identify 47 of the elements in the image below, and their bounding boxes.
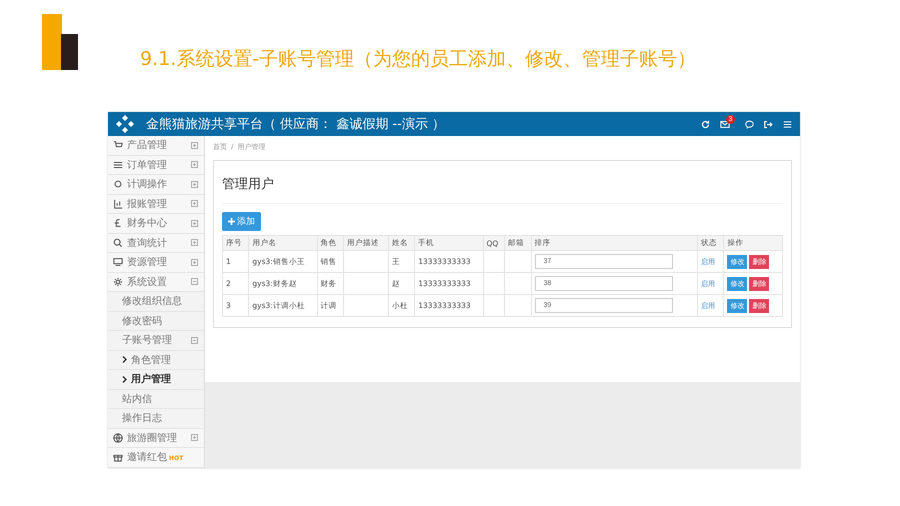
list-icon — [113, 160, 123, 170]
sidebar-item[interactable]: 子账号管理 — [108, 331, 204, 350]
search-icon — [113, 238, 123, 248]
pound-icon — [113, 218, 123, 228]
slide-title: 9.1.系统设置-子账号管理（为您的员工添加、修改、管理子账号） — [140, 47, 696, 72]
add-button[interactable]: 添加 — [222, 212, 261, 231]
sidebar-item[interactable]: 修改组织信息 — [108, 292, 204, 312]
refresh-icon — [701, 120, 710, 128]
menu-icon — [783, 120, 792, 128]
expand-icon[interactable] — [191, 200, 198, 208]
logo-icon — [42, 14, 78, 70]
sidebar-item[interactable]: 系统设置 — [108, 272, 204, 292]
chart-icon — [113, 198, 123, 209]
sidebar-item[interactable]: 订单管理 — [108, 156, 204, 175]
refresh-button[interactable] — [701, 120, 710, 128]
sidebar-item[interactable]: 修改密码 — [108, 312, 204, 331]
collapse-icon[interactable] — [191, 278, 198, 286]
mail-icon — [720, 119, 730, 129]
expand-icon[interactable] — [191, 161, 198, 168]
menu-button[interactable] — [783, 120, 792, 128]
gift-icon — [113, 452, 123, 462]
expand-icon[interactable] — [191, 180, 198, 188]
expand-icon[interactable] — [191, 434, 198, 442]
monitor-icon — [113, 257, 123, 268]
sidebar-item[interactable]: 报账管理 — [108, 194, 204, 214]
sidebar-item[interactable]: 站内信 — [108, 390, 204, 409]
chat-button[interactable] — [745, 120, 754, 128]
expand-icon[interactable] — [191, 258, 198, 266]
expand-icon[interactable] — [191, 142, 198, 149]
logout-button[interactable] — [764, 120, 773, 128]
sidebar-item[interactable]: 查询统计 — [108, 234, 204, 253]
sidebar-item[interactable]: 用户管理 — [108, 370, 204, 390]
globe-icon — [113, 432, 123, 443]
expand-icon[interactable] — [191, 239, 198, 246]
panel-title: 管理用户 — [222, 173, 783, 204]
logo-icon — [116, 115, 134, 133]
chevron-icon — [122, 356, 127, 364]
plus-icon — [228, 218, 235, 225]
collapse-icon[interactable] — [191, 336, 198, 344]
app-title: 金熊猫旅游共享平台（ 供应商： 鑫诚假期 --演示 ） — [146, 116, 446, 133]
sidebar-item[interactable]: 操作日志 — [108, 409, 204, 428]
chat-icon — [745, 120, 754, 128]
expand-icon[interactable] — [191, 220, 198, 227]
sidebar-item[interactable]: 旅游圈管理 — [108, 428, 204, 448]
sidebar-item[interactable]: 角色管理 — [108, 350, 204, 370]
chevron-icon — [122, 376, 127, 383]
logout-icon — [764, 120, 773, 128]
